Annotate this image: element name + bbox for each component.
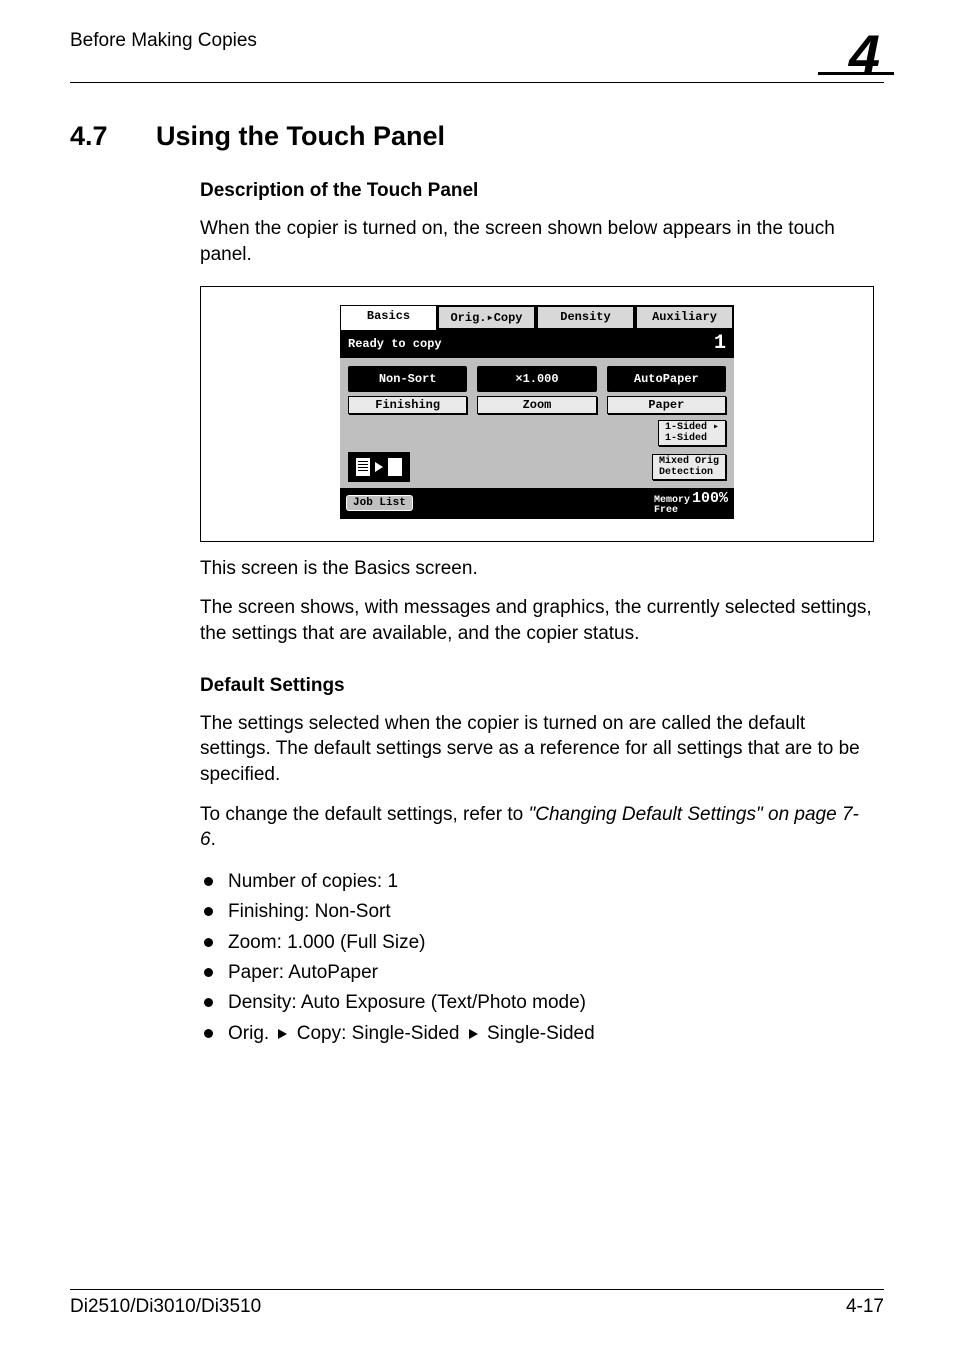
finishing-label-button[interactable]: Finishing [348,396,467,414]
paragraph: This screen is the Basics screen. [200,556,874,582]
default-settings-list: Number of copies: 1 Finishing: Non-Sort … [200,867,874,1049]
footer-page-number: 4-17 [846,1296,884,1318]
list-item: Paper: AutoPaper [200,958,874,988]
text-run: To change the default settings, refer to [200,804,528,825]
tab-auxiliary[interactable]: Auxiliary [635,305,734,330]
paper-label-button[interactable]: Paper [607,396,726,414]
paragraph: The settings selected when the copier is… [200,711,874,788]
subsection-description-title: Description of the Touch Panel [200,180,874,202]
text-run: Single-Sided [482,1023,595,1044]
text-run: Orig. [228,1023,274,1044]
touch-panel-footer: Job List Memory Free 100% [340,488,734,519]
copy-count: 1 [714,334,726,354]
chapter-number-underline [818,72,894,75]
nonsort-button[interactable]: Non-Sort [348,366,467,392]
arrow-right-icon [375,462,383,472]
section-title: Using the Touch Panel [156,121,445,152]
document-outline-icon [387,457,403,477]
memory-value: 100% [692,491,728,506]
sided-button[interactable]: 1-Sided ▸ 1-Sided [658,420,726,446]
page-footer: Di2510/Di3010/Di3510 4-17 [70,1289,884,1318]
touch-panel: Basics Orig.▸Copy Density Auxiliary Read… [340,305,734,519]
list-item: Finishing: Non-Sort [200,897,874,927]
memory-free-indicator: Memory Free 100% [654,491,728,516]
zoom-value-button[interactable]: ×1.000 [477,366,596,392]
text-run: . [211,829,216,850]
job-list-button[interactable]: Job List [346,495,413,511]
triangle-right-icon [278,1029,287,1039]
list-item: Zoom: 1.000 (Full Size) [200,928,874,958]
status-message: Ready to copy [348,337,442,351]
footer-model: Di2510/Di3010/Di3510 [70,1296,261,1318]
status-bar: Ready to copy 1 [340,330,734,358]
section-heading: 4.7 Using the Touch Panel [70,121,884,152]
mixed-orig-button[interactable]: Mixed Orig Detection [652,454,726,480]
running-header: Before Making Copies 4 [70,30,884,83]
paragraph: When the copier is turned on, the screen… [200,216,874,267]
list-item: Orig. Copy: Single-Sided Single-Sided [200,1019,874,1049]
tab-density[interactable]: Density [536,305,635,330]
list-item: Density: Auto Exposure (Text/Photo mode) [200,988,874,1018]
running-title: Before Making Copies [70,30,257,52]
orig-copy-icon-button[interactable] [348,452,410,482]
list-item: Number of copies: 1 [200,867,874,897]
tab-basics[interactable]: Basics [340,305,437,330]
subsection-defaults-title: Default Settings [200,675,874,697]
paragraph: The screen shows, with messages and grap… [200,595,874,646]
autopaper-button[interactable]: AutoPaper [607,366,726,392]
paragraph: To change the default settings, refer to… [200,802,874,853]
triangle-right-icon [469,1029,478,1039]
section-number: 4.7 [70,121,156,152]
document-solid-icon [355,457,371,477]
free-label: Free [654,506,678,516]
zoom-label-button[interactable]: Zoom [477,396,596,414]
text-run: Copy: Single-Sided [291,1023,464,1044]
touch-panel-figure: Basics Orig.▸Copy Density Auxiliary Read… [200,286,874,542]
tab-orig-copy[interactable]: Orig.▸Copy [437,305,536,330]
